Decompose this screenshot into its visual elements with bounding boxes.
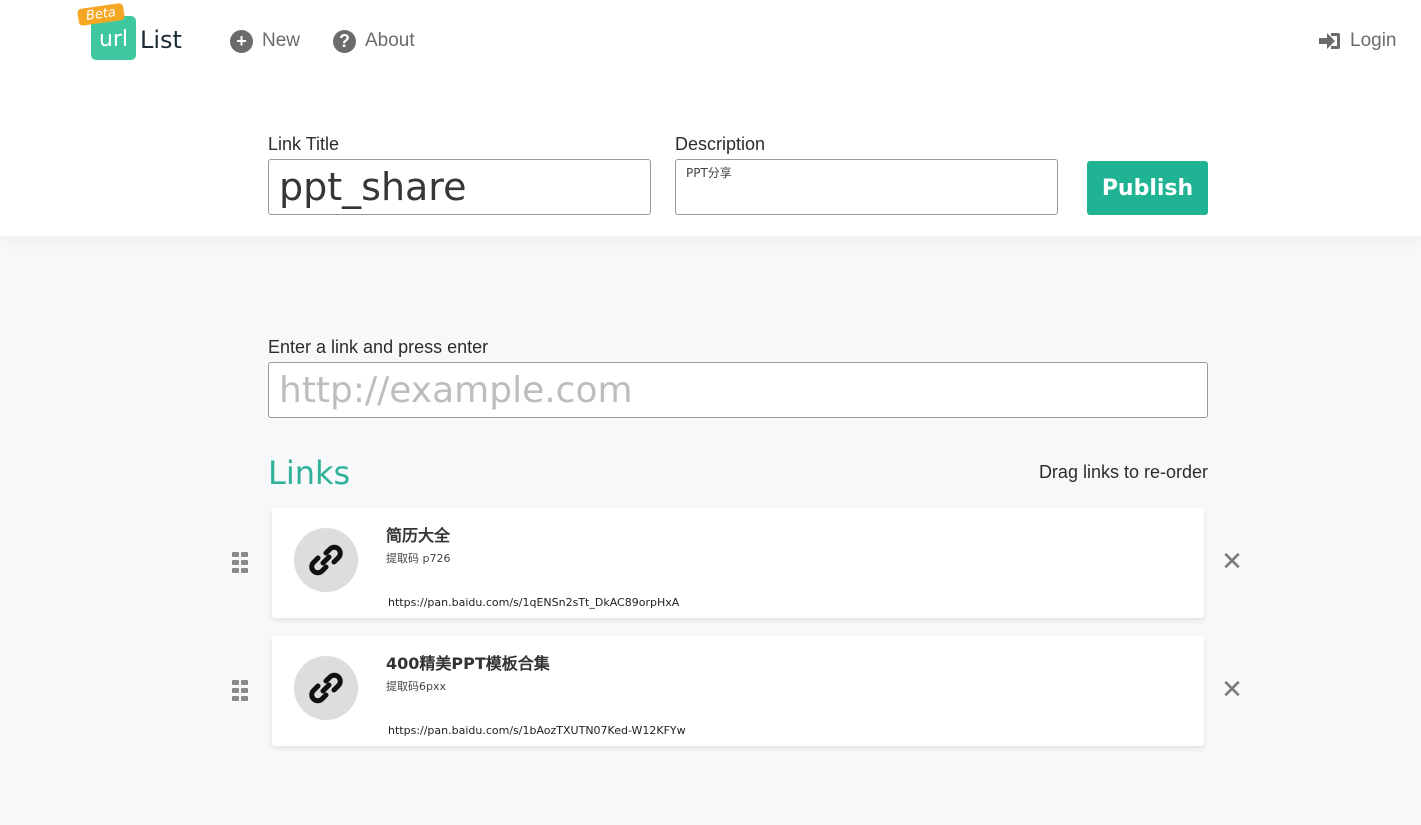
drag-handle-icon[interactable]	[232, 680, 254, 702]
sign-in-icon	[1319, 33, 1340, 49]
link-description: 提取码6pxx	[386, 680, 447, 693]
nav-login-label: Login	[1350, 30, 1397, 51]
link-url[interactable]: https://pan.baidu.com/s/1bAozTXUTN07Ked-…	[388, 724, 686, 737]
logo[interactable]: url Beta List	[77, 2, 188, 64]
chain-link-icon	[309, 544, 343, 576]
description-label: Description	[675, 134, 766, 154]
header-panel: url Beta List + New ? About Login Link T…	[0, 0, 1421, 236]
title-input[interactable]	[268, 159, 651, 215]
description-input[interactable]: PPT分享	[675, 159, 1058, 215]
links-heading: Links	[268, 454, 351, 492]
link-url-input[interactable]	[268, 362, 1208, 418]
chain-link-icon	[309, 672, 343, 704]
link-card[interactable]: 400精美PPT模板合集 提取码6pxx https://pan.baidu.c…	[272, 636, 1204, 746]
link-card[interactable]: 简历大全 提取码 p726 https://pan.baidu.com/s/1q…	[272, 508, 1204, 618]
link-entry-label: Enter a link and press enter	[268, 337, 489, 357]
nav-login[interactable]: Login	[1318, 28, 1397, 54]
nav-about-label: About	[365, 30, 415, 51]
title-label: Link Title	[268, 134, 340, 154]
link-title: 400精美PPT模板合集	[386, 654, 550, 673]
drag-handle-icon[interactable]	[232, 552, 254, 574]
nav-new[interactable]: + New	[230, 28, 300, 54]
publish-button[interactable]: Publish	[1087, 161, 1208, 215]
link-avatar	[294, 528, 358, 592]
plus-circle-icon: +	[230, 29, 253, 53]
nav-new-label: New	[262, 30, 301, 51]
close-icon[interactable]: ✕	[1220, 549, 1244, 575]
link-description: 提取码 p726	[386, 552, 451, 565]
link-row: 400精美PPT模板合集 提取码6pxx https://pan.baidu.c…	[232, 636, 1252, 746]
link-row: 简历大全 提取码 p726 https://pan.baidu.com/s/1q…	[232, 508, 1252, 618]
drag-hint: Drag links to re-order	[1038, 462, 1208, 482]
link-avatar	[294, 656, 358, 720]
link-url[interactable]: https://pan.baidu.com/s/1qENSn2sTt_DkAC8…	[388, 596, 679, 609]
link-title: 简历大全	[386, 526, 451, 545]
logo-text: List	[140, 26, 182, 54]
close-icon[interactable]: ✕	[1220, 677, 1244, 703]
nav-about[interactable]: ? About	[333, 28, 415, 54]
question-circle-icon: ?	[333, 29, 356, 53]
